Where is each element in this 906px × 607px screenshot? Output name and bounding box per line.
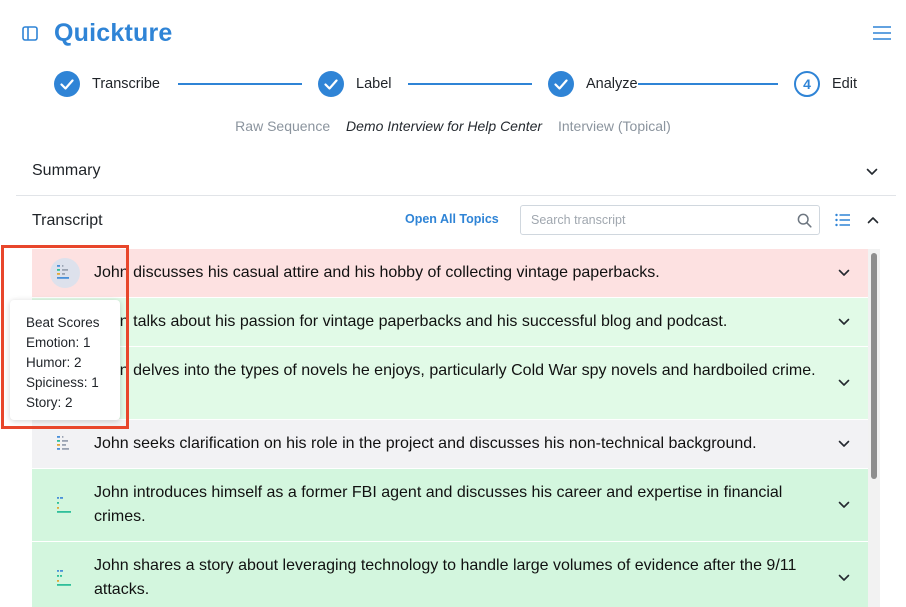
- tooltip-line: Spiciness: 1: [26, 375, 99, 390]
- beat-bars-icon: [57, 497, 71, 513]
- topic-text: John shares a story about leveraging tec…: [94, 557, 797, 598]
- step-label: Analyze: [586, 76, 638, 92]
- chevron-down-icon[interactable]: [838, 379, 850, 387]
- topic-text: John introduces himself as a former FBI …: [94, 484, 783, 525]
- workflow-stepper: Transcribe Label Analyze 4 Edit: [0, 68, 906, 102]
- sidebar-toggle-icon[interactable]: [22, 26, 38, 41]
- topic-row[interactable]: John discusses his casual attire and his…: [32, 249, 868, 297]
- list-view-icon[interactable]: [835, 213, 851, 227]
- hamburger-menu-icon[interactable]: [872, 25, 892, 41]
- step-label: Transcribe: [92, 76, 160, 92]
- chevron-down-icon[interactable]: [838, 269, 850, 277]
- summary-title: Summary: [32, 162, 101, 179]
- search-box: [520, 205, 820, 235]
- topic-row[interactable]: John shares a story about leveraging tec…: [32, 542, 868, 607]
- beat-score-button[interactable]: [50, 563, 80, 593]
- chevron-down-icon: [866, 168, 878, 175]
- step-label: Edit: [832, 76, 857, 92]
- scrollbar-thumb[interactable]: [871, 253, 877, 479]
- app-logo: Quickture: [54, 19, 173, 47]
- chevron-up-icon[interactable]: [867, 216, 879, 224]
- check-icon: [548, 71, 574, 97]
- beat-bars-icon: [57, 436, 69, 450]
- transcript-title: Transcript: [32, 212, 103, 229]
- chevron-down-icon[interactable]: [838, 440, 850, 448]
- beat-bars-icon: [57, 570, 71, 586]
- topic-row[interactable]: John seeks clarification on his role in …: [32, 420, 868, 468]
- step-label[interactable]: Label: [318, 70, 391, 98]
- beat-score-button[interactable]: [50, 429, 80, 459]
- breadcrumb-item-current: Demo Interview for Help Center: [346, 118, 543, 134]
- chevron-down-icon[interactable]: [838, 318, 850, 326]
- check-icon: [318, 71, 344, 97]
- topic-list: John discusses his casual attire and his…: [32, 249, 868, 607]
- step-connector: [178, 83, 302, 85]
- summary-section-header[interactable]: Summary: [16, 148, 896, 196]
- chevron-down-icon[interactable]: [838, 574, 850, 582]
- step-connector: [638, 83, 778, 85]
- tooltip-line: Story: 2: [26, 395, 73, 410]
- search-icon[interactable]: [797, 213, 812, 228]
- step-number: 4: [794, 71, 820, 97]
- breadcrumb: Raw Sequence Demo Interview for Help Cen…: [0, 118, 906, 134]
- topic-text: John delves into the types of novels he …: [94, 362, 816, 379]
- topic-text: John discusses his casual attire and his…: [94, 264, 660, 281]
- step-connector: [408, 83, 532, 85]
- topic-text: John talks about his passion for vintage…: [94, 313, 728, 330]
- beat-bars-icon: [57, 265, 69, 279]
- breadcrumb-item[interactable]: Raw Sequence: [235, 118, 330, 134]
- breadcrumb-item[interactable]: Interview (Topical): [558, 118, 671, 134]
- tooltip-title: Beat Scores: [26, 315, 100, 330]
- chevron-down-icon[interactable]: [838, 501, 850, 509]
- search-input[interactable]: [521, 206, 791, 234]
- step-edit[interactable]: 4 Edit: [794, 70, 857, 98]
- step-analyze[interactable]: Analyze: [548, 70, 638, 98]
- beat-score-button[interactable]: [50, 490, 80, 520]
- step-transcribe[interactable]: Transcribe: [54, 70, 160, 98]
- beat-score-button[interactable]: [50, 258, 80, 288]
- tooltip-line: Emotion: 1: [26, 335, 91, 350]
- beat-scores-tooltip: Beat Scores Emotion: 1 Humor: 2 Spicines…: [10, 300, 120, 420]
- topic-text: John seeks clarification on his role in …: [94, 435, 757, 452]
- app-window: Quickture Transcribe Label Analyze 4 Edi…: [0, 0, 906, 607]
- scrollbar[interactable]: [868, 249, 880, 607]
- step-label: Label: [356, 76, 392, 92]
- topic-row[interactable]: John delves into the types of novels he …: [32, 347, 868, 419]
- topic-row[interactable]: John introduces himself as a former FBI …: [32, 469, 868, 541]
- open-all-topics-button[interactable]: Open All Topics: [405, 212, 499, 226]
- check-icon: [54, 71, 80, 97]
- tooltip-line: Humor: 2: [26, 355, 82, 370]
- topic-row[interactable]: John talks about his passion for vintage…: [32, 298, 868, 346]
